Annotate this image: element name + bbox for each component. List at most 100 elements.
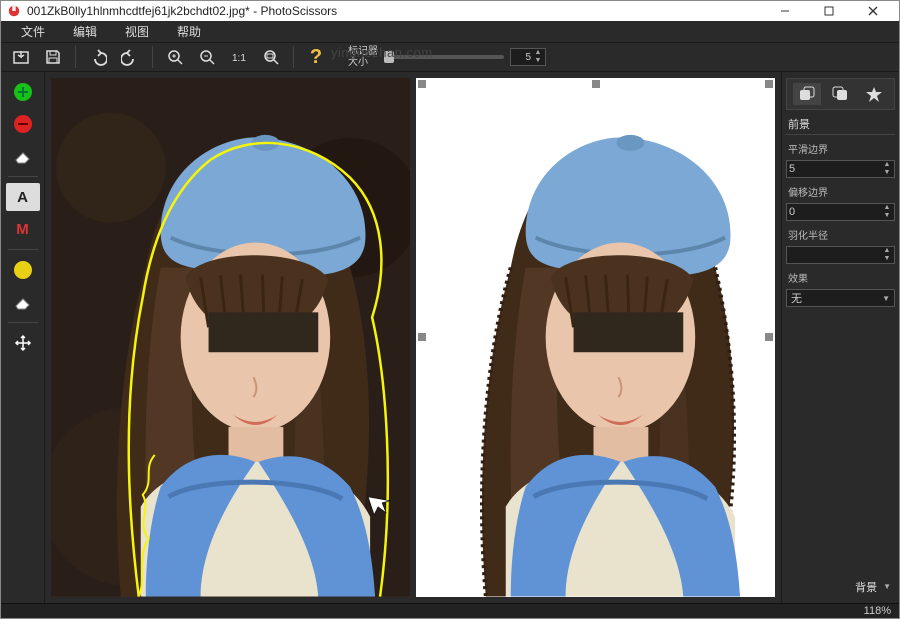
- zoom-actual-button[interactable]: 1:1: [225, 43, 253, 71]
- help-button[interactable]: ?: [302, 43, 330, 71]
- menu-file[interactable]: 文件: [7, 21, 59, 42]
- tab-favorites[interactable]: [860, 83, 888, 105]
- yellow-marker-button[interactable]: [6, 256, 40, 284]
- zoom-fit-button[interactable]: [257, 43, 285, 71]
- handle-ml[interactable]: [418, 333, 426, 341]
- chevron-down-icon[interactable]: ▼: [881, 255, 893, 263]
- chevron-down-icon[interactable]: ▼: [883, 582, 891, 591]
- zoom-fit-icon: [262, 48, 280, 66]
- save-button[interactable]: [39, 43, 67, 71]
- chevron-down-icon[interactable]: ▼: [881, 212, 893, 220]
- maximize-icon: [824, 6, 834, 16]
- eraser-icon: [13, 148, 33, 164]
- toolbar-sep-1: [75, 46, 76, 68]
- handle-tr[interactable]: [765, 80, 773, 88]
- chevron-up-icon[interactable]: ▲: [881, 204, 893, 212]
- star-icon: [865, 86, 883, 102]
- manual-mode-label: M: [16, 221, 29, 238]
- minimize-button[interactable]: [765, 1, 805, 21]
- background-label: 背景: [855, 579, 877, 595]
- handle-tc[interactable]: [592, 80, 600, 88]
- maximize-button[interactable]: [809, 1, 849, 21]
- tab-foreground[interactable]: [793, 83, 821, 105]
- move-button[interactable]: [6, 329, 40, 357]
- auto-mode-button[interactable]: A: [6, 183, 40, 211]
- spinner-arrows: ▲ ▼: [532, 49, 544, 65]
- marker-size-slider[interactable]: [384, 55, 504, 59]
- yellow-dot-icon: [14, 261, 32, 279]
- save-icon: [44, 48, 62, 66]
- offset-label: 偏移边界: [786, 182, 895, 199]
- source-pane[interactable]: [51, 78, 410, 597]
- open-icon: [12, 48, 30, 66]
- tab-background[interactable]: [826, 83, 854, 105]
- window-title: 001ZkB0lly1hlnmhcdtfej61jk2bchdt02.jpg* …: [27, 4, 765, 18]
- minimize-icon: [780, 6, 790, 16]
- smooth-label: 平滑边界: [786, 139, 895, 156]
- marker-size-group: 标记器 大小 5 ▲ ▼: [334, 46, 546, 68]
- menu-view[interactable]: 视图: [111, 21, 163, 42]
- zoom-in-icon: [166, 48, 184, 66]
- props-spacer: [786, 311, 895, 573]
- handle-mr[interactable]: [765, 333, 773, 341]
- chevron-up-icon[interactable]: ▲: [881, 161, 893, 169]
- handle-tl[interactable]: [418, 80, 426, 88]
- marker-size-spinner[interactable]: 5 ▲ ▼: [510, 48, 546, 66]
- spinner-down-icon[interactable]: ▼: [532, 57, 544, 65]
- redo-button[interactable]: [116, 43, 144, 71]
- canvas-area: [45, 72, 781, 603]
- background-row: 背景 ▼: [786, 577, 895, 597]
- left-toolstrip: A M: [1, 72, 45, 603]
- marker-label-2: 大小: [348, 57, 378, 68]
- result-image: [416, 78, 775, 597]
- redo-icon: [121, 48, 139, 66]
- effect-combo[interactable]: 无 ▼: [786, 289, 895, 307]
- offset-spinner[interactable]: 0 ▲▼: [786, 203, 895, 221]
- window-buttons: [765, 1, 893, 21]
- source-image: [51, 78, 410, 597]
- eraser-button[interactable]: [6, 142, 40, 170]
- close-button[interactable]: [853, 1, 893, 21]
- statusbar: 118%: [1, 603, 899, 618]
- marker-size-label-block: 标记器 大小: [348, 46, 378, 68]
- eraser2-button[interactable]: [6, 288, 40, 316]
- menubar: 文件 编辑 视图 帮助: [1, 21, 899, 43]
- main-area: A M: [1, 72, 899, 603]
- spinner-up-icon[interactable]: ▲: [532, 49, 544, 57]
- svg-text:1:1: 1:1: [232, 53, 246, 64]
- open-button[interactable]: [7, 43, 35, 71]
- offset-value: 0: [789, 206, 795, 218]
- zoom-level: 118%: [864, 605, 891, 617]
- minus-red-icon: [14, 115, 32, 133]
- menu-help[interactable]: 帮助: [163, 21, 215, 42]
- feather-spinner[interactable]: ▲▼: [786, 246, 895, 264]
- section-foreground-title: 前景: [786, 114, 895, 135]
- auto-mode-label: A: [17, 189, 28, 206]
- smooth-value: 5: [789, 163, 795, 175]
- add-fg-marker-button[interactable]: [6, 78, 40, 106]
- marker-size-value: 5: [525, 52, 531, 63]
- zoom-actual-icon: 1:1: [230, 48, 248, 66]
- smooth-spinner[interactable]: 5 ▲▼: [786, 160, 895, 178]
- undo-icon: [89, 48, 107, 66]
- manual-mode-button[interactable]: M: [6, 215, 40, 243]
- zoom-out-icon: [198, 48, 216, 66]
- layers-back-icon: [831, 86, 849, 102]
- properties-panel: 前景 平滑边界 5 ▲▼ 偏移边界 0 ▲▼ 羽化半径 ▲▼ 效果 无 ▼: [781, 72, 899, 603]
- slider-thumb[interactable]: [384, 51, 394, 63]
- zoom-out-button[interactable]: [193, 43, 221, 71]
- plus-green-icon: [14, 83, 32, 101]
- zoom-in-button[interactable]: [161, 43, 189, 71]
- effect-label: 效果: [786, 268, 895, 285]
- chevron-up-icon[interactable]: ▲: [881, 247, 893, 255]
- chevron-down-icon[interactable]: ▼: [881, 169, 893, 177]
- menu-edit[interactable]: 编辑: [59, 21, 111, 42]
- layers-front-icon: [798, 86, 816, 102]
- toolstrip-sep-2: [8, 249, 38, 250]
- undo-button[interactable]: [84, 43, 112, 71]
- chevron-down-icon: ▼: [882, 294, 890, 303]
- result-pane[interactable]: [416, 78, 775, 597]
- toolbar-sep-2: [152, 46, 153, 68]
- add-bg-marker-button[interactable]: [6, 110, 40, 138]
- help-icon: ?: [310, 46, 322, 69]
